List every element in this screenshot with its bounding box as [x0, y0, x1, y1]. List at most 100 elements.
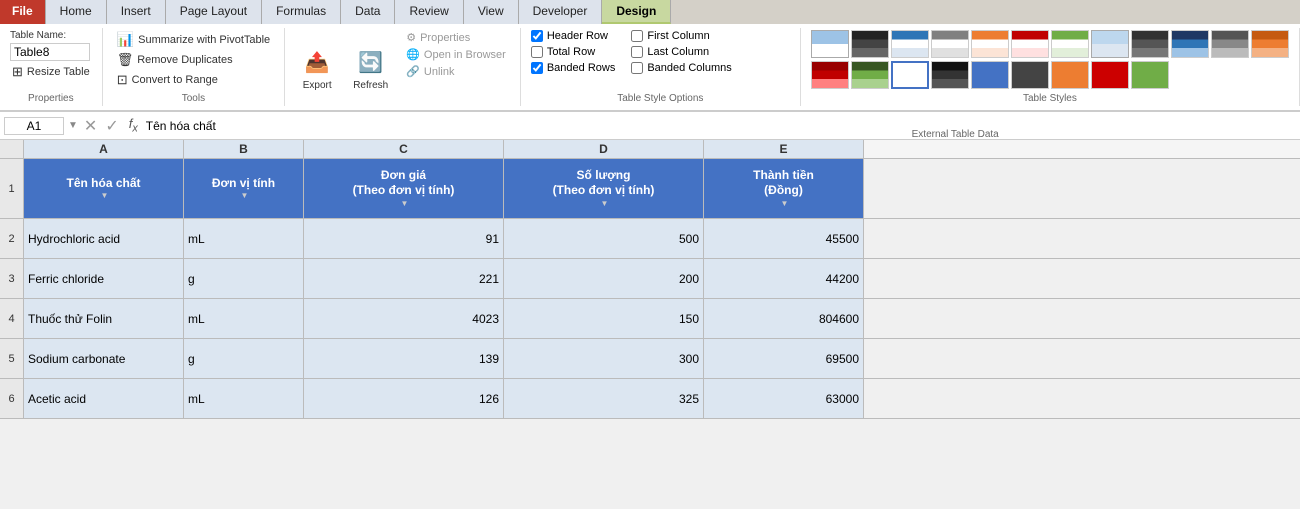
cell-c2[interactable]: 91 [304, 219, 504, 258]
banded-rows-option[interactable]: Banded Rows [531, 62, 616, 74]
remove-duplicates-button[interactable]: 🗑 Remove Duplicates [113, 51, 275, 69]
tab-developer[interactable]: Developer [519, 0, 603, 24]
cell-reference-input[interactable] [4, 117, 64, 135]
style-swatch-14[interactable] [851, 61, 889, 89]
style-swatch-6[interactable] [1011, 30, 1049, 58]
cell-d1[interactable]: Số lượng (Theo đơn vị tính) ▼ [504, 159, 704, 218]
style-swatch-19[interactable] [1051, 61, 1089, 89]
banded-rows-checkbox[interactable] [531, 62, 543, 74]
dropdown-e1-icon[interactable]: ▼ [781, 199, 789, 209]
cell-e5[interactable]: 69500 [704, 339, 864, 378]
unlink-button[interactable]: 🔗 Unlink [402, 64, 510, 79]
dropdown-c1-icon[interactable]: ▼ [401, 199, 409, 209]
style-swatch-8[interactable] [1091, 30, 1129, 58]
tab-insert[interactable]: Insert [107, 0, 166, 24]
cell-a6[interactable]: Acetic acid [24, 379, 184, 418]
cell-a1-value: Tên hóa chất [66, 176, 140, 192]
tab-data[interactable]: Data [341, 0, 395, 24]
convert-to-range-button[interactable]: ⊡ Convert to Range [113, 71, 275, 89]
cell-d3[interactable]: 200 [504, 259, 704, 298]
cell-b5[interactable]: g [184, 339, 304, 378]
cell-a4[interactable]: Thuốc thử Folin [24, 299, 184, 338]
style-swatch-13[interactable] [811, 61, 849, 89]
export-label: Export [303, 80, 332, 91]
dropdown-a1-icon[interactable]: ▼ [101, 191, 109, 201]
style-swatch-7[interactable] [1051, 30, 1089, 58]
cell-b6[interactable]: mL [184, 379, 304, 418]
cell-a2[interactable]: Hydrochloric acid [24, 219, 184, 258]
properties-button[interactable]: ⚙ Properties [402, 30, 510, 45]
col-header-c[interactable]: C [304, 140, 504, 158]
style-swatch-11[interactable] [1211, 30, 1249, 58]
cell-e3[interactable]: 44200 [704, 259, 864, 298]
cell-b1[interactable]: Đơn vị tính ▼ [184, 159, 304, 218]
cell-d4[interactable]: 150 [504, 299, 704, 338]
cell-c6[interactable]: 126 [304, 379, 504, 418]
style-swatch-21[interactable] [1131, 61, 1169, 89]
export-icon: 📤 [301, 46, 333, 78]
total-row-checkbox[interactable] [531, 46, 543, 58]
cell-d6[interactable]: 325 [504, 379, 704, 418]
cell-c1[interactable]: Đơn giá (Theo đơn vị tính) ▼ [304, 159, 504, 218]
cell-a1[interactable]: Tên hóa chất ▼ [24, 159, 184, 218]
open-in-browser-button[interactable]: 🌐 Open in Browser [402, 47, 510, 62]
col-header-a[interactable]: A [24, 140, 184, 158]
cell-d5[interactable]: 300 [504, 339, 704, 378]
style-swatch-12[interactable] [1251, 30, 1289, 58]
cell-d2[interactable]: 500 [504, 219, 704, 258]
header-row-checkbox[interactable] [531, 30, 543, 42]
cell-c4[interactable]: 4023 [304, 299, 504, 338]
style-swatch-17[interactable] [971, 61, 1009, 89]
tab-view[interactable]: View [464, 0, 519, 24]
style-swatch-3[interactable] [891, 30, 929, 58]
dropdown-arrow-icon[interactable]: ▼ [68, 120, 78, 131]
cell-b2[interactable]: mL [184, 219, 304, 258]
banded-columns-checkbox[interactable] [631, 62, 643, 74]
cell-e4[interactable]: 804600 [704, 299, 864, 338]
tab-design[interactable]: Design [602, 0, 671, 24]
fx-icon[interactable]: fx [125, 116, 142, 135]
last-column-checkbox[interactable] [631, 46, 643, 58]
dropdown-b1-icon[interactable]: ▼ [241, 191, 249, 201]
style-swatch-10[interactable] [1171, 30, 1209, 58]
tab-page-layout[interactable]: Page Layout [166, 0, 262, 24]
dropdown-d1-icon[interactable]: ▼ [601, 199, 609, 209]
summarize-pivottable-button[interactable]: 📊 Summarize with PivotTable [113, 30, 275, 49]
header-row-option[interactable]: Header Row [531, 30, 616, 42]
refresh-button[interactable]: 🔄 Refresh [347, 44, 394, 93]
style-swatch-15[interactable] [891, 61, 929, 89]
cell-a3[interactable]: Ferric chloride [24, 259, 184, 298]
style-swatch-4[interactable] [931, 30, 969, 58]
style-swatch-5[interactable] [971, 30, 1009, 58]
style-swatch-1[interactable] [811, 30, 849, 58]
banded-columns-option[interactable]: Banded Columns [631, 62, 731, 74]
tab-home[interactable]: Home [46, 0, 107, 24]
tab-review[interactable]: Review [395, 0, 463, 24]
total-row-option[interactable]: Total Row [531, 46, 616, 58]
col-header-d[interactable]: D [504, 140, 704, 158]
cell-e1[interactable]: Thành tiền (Đồng) ▼ [704, 159, 864, 218]
cell-c3[interactable]: 221 [304, 259, 504, 298]
cell-e2[interactable]: 45500 [704, 219, 864, 258]
style-swatch-9[interactable] [1131, 30, 1169, 58]
table-name-input[interactable] [10, 43, 90, 61]
convert-to-range-label: Convert to Range [132, 74, 218, 86]
first-column-checkbox[interactable] [631, 30, 643, 42]
cell-b4[interactable]: mL [184, 299, 304, 338]
tab-formulas[interactable]: Formulas [262, 0, 341, 24]
style-swatch-16[interactable] [931, 61, 969, 89]
export-button[interactable]: 📤 Export [295, 44, 339, 93]
first-column-option[interactable]: First Column [631, 30, 731, 42]
style-swatch-20[interactable] [1091, 61, 1129, 89]
cell-e6[interactable]: 63000 [704, 379, 864, 418]
tab-file[interactable]: File [0, 0, 46, 24]
col-header-e[interactable]: E [704, 140, 864, 158]
last-column-option[interactable]: Last Column [631, 46, 731, 58]
col-header-b[interactable]: B [184, 140, 304, 158]
cell-a5[interactable]: Sodium carbonate [24, 339, 184, 378]
style-swatch-18[interactable] [1011, 61, 1049, 89]
style-swatch-2[interactable] [851, 30, 889, 58]
cell-b3[interactable]: g [184, 259, 304, 298]
resize-table-button[interactable]: ⊞ Resize Table [10, 63, 92, 81]
cell-c5[interactable]: 139 [304, 339, 504, 378]
